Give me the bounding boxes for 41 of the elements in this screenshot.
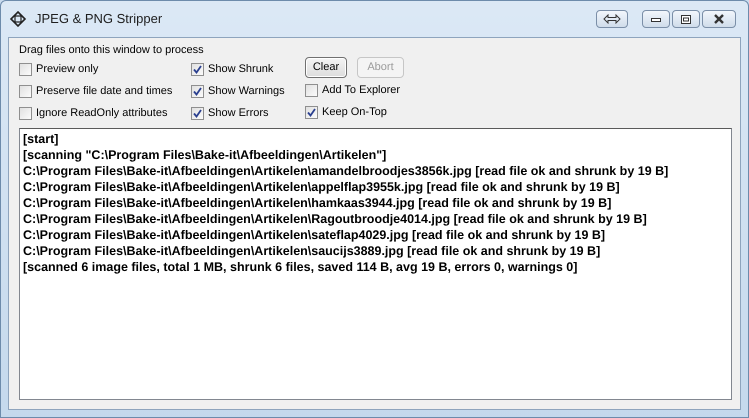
checkbox[interactable]	[191, 62, 204, 76]
checkbox[interactable]	[191, 106, 204, 120]
log-line: C:\Program Files\Bake-it\Afbeeldingen\Artikelen\sateflap4029.jpg [read file ok and shrunk by 19 B]	[23, 227, 606, 243]
minimize-icon	[651, 16, 661, 22]
checkbox-label[interactable]: Add To Explorer	[322, 82, 400, 98]
log-line: C:\Program Files\Bake-it\Afbeeldingen\Artikelen\Ragoutbroodje4014.jpg [read file ok and shrunk by 19 B]	[23, 211, 648, 227]
minimize-button[interactable]	[642, 10, 670, 28]
log-line: C:\Program Files\Bake-it\Afbeeldingen\Artikelen\appelflap3955k.jpg [read file ok and shrunk by 19 B]	[23, 179, 621, 195]
resize-button[interactable]	[596, 10, 628, 28]
checkbox-label[interactable]: Show Shrunk	[208, 60, 274, 78]
log-line: C:\Program Files\Bake-it\Afbeeldingen\Artikelen\saucijs3889.jpg [read file ok and shrunk by 19 B]	[23, 243, 602, 259]
checkbox-label[interactable]: Show Errors	[208, 104, 269, 122]
checkmark-icon	[193, 86, 202, 96]
checkbox-label[interactable]: Preview only	[36, 60, 98, 78]
log-line: [scanning "C:\Program Files\Bake-it\Afbeeldingen\Artikelen"]	[23, 147, 388, 163]
double-arrow-icon	[603, 14, 621, 24]
log-line: [start]	[23, 131, 60, 147]
checkbox[interactable]	[19, 106, 32, 120]
checkbox[interactable]	[19, 84, 32, 98]
checkbox[interactable]	[191, 84, 204, 98]
checkbox[interactable]	[305, 84, 318, 96]
checkbox-label[interactable]: Preserve file date and times	[36, 82, 172, 100]
close-button[interactable]	[702, 10, 736, 28]
app-icon	[9, 10, 27, 28]
maximize-button[interactable]	[672, 10, 700, 28]
checkbox-label[interactable]: Keep On-Top	[322, 104, 387, 120]
checkbox-label[interactable]: Ignore ReadOnly attributes	[36, 104, 168, 122]
checkbox-label[interactable]: Show Warnings	[208, 82, 285, 100]
log-line: [scanned 6 image files, total 1 MB, shrunk 6 files, saved 114 B, avg 19 B, errors 0, warnings 0]	[23, 259, 578, 275]
log-line: C:\Program Files\Bake-it\Afbeeldingen\Artikelen\amandelbroodjes3856k.jpg [read file ok and shrunk by 19 B]	[23, 163, 670, 179]
checkbox[interactable]	[19, 62, 32, 76]
log-line: C:\Program Files\Bake-it\Afbeeldingen\Artikelen\hamkaas3944.jpg [read file ok and shrunk by 19 B]	[23, 195, 612, 211]
checkbox[interactable]	[305, 106, 318, 118]
checkmark-icon	[193, 64, 202, 74]
action-button[interactable]: Clear	[305, 57, 347, 78]
checkmark-icon	[193, 108, 202, 118]
checkmark-icon	[307, 108, 316, 116]
close-icon	[713, 14, 725, 24]
instruction-text: Drag files onto this window to process	[19, 43, 205, 58]
maximize-icon	[681, 14, 691, 24]
window-title: JPEG & PNG Stripper	[35, 10, 162, 28]
